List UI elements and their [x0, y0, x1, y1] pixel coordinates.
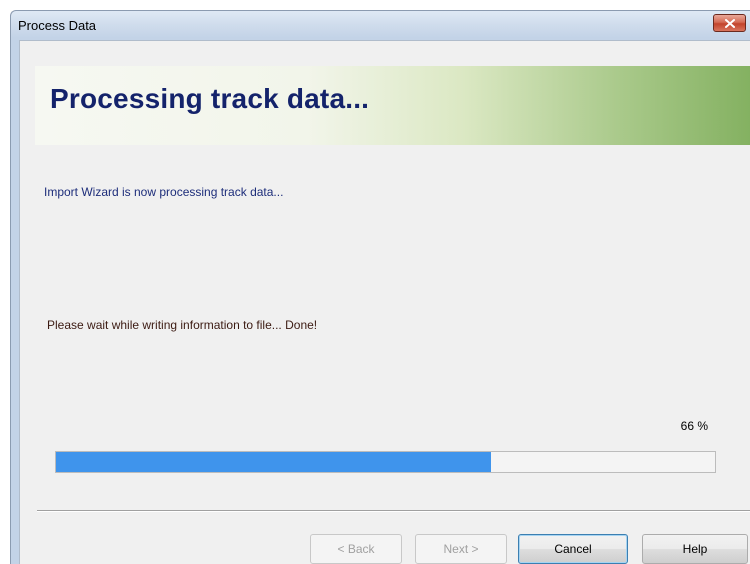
help-button[interactable]: Help — [642, 534, 748, 564]
progress-bar-fill — [56, 452, 491, 472]
intro-text: Import Wizard is now processing track da… — [44, 185, 284, 199]
close-icon — [725, 19, 735, 28]
title-bar[interactable]: Process Data — [11, 11, 750, 40]
cancel-button[interactable]: Cancel — [518, 534, 628, 564]
close-button[interactable] — [713, 14, 746, 32]
progress-bar — [55, 451, 716, 473]
dialog-client-area: Processing track data... Import Wizard i… — [19, 40, 750, 564]
wizard-header-banner: Processing track data... — [35, 66, 750, 145]
status-message: Please wait while writing information to… — [47, 318, 318, 332]
next-button[interactable]: Next > — [415, 534, 507, 564]
window-title: Process Data — [18, 18, 97, 33]
back-button[interactable]: < Back — [310, 534, 402, 564]
progress-percent-label: 66 % — [680, 419, 708, 433]
page-title: Processing track data... — [50, 83, 370, 114]
process-data-dialog: Process Data Processing track data... Im… — [10, 10, 750, 564]
divider — [37, 510, 750, 512]
